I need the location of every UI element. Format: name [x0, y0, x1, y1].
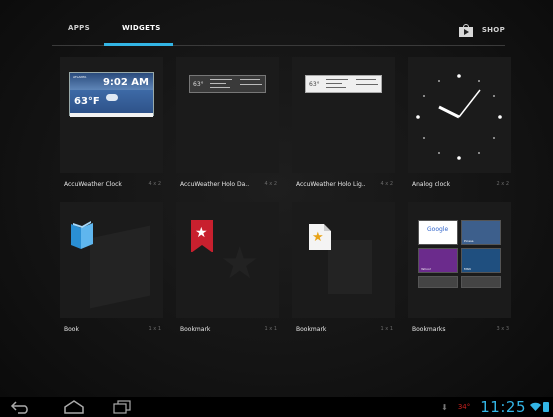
status-area[interactable]: ⬇ 34° 11:25 — [441, 397, 549, 417]
widget-preview: 63° — [292, 57, 395, 173]
play-store-icon — [458, 23, 473, 37]
widget-item-accuweather-holo-dark[interactable]: 63° AccuWeather Holo Da.. 4 x 2 — [176, 57, 279, 188]
shop-label: SHOP — [481, 26, 505, 34]
widget-size: 2 x 2 — [496, 181, 510, 187]
widget-size: 4 x 2 — [380, 181, 394, 187]
analog-clock-icon — [416, 74, 502, 160]
system-bar: ⬇ 34° 11:25 — [0, 397, 553, 417]
widget-preview: ATLANTA 9:02 AM 63°F — [60, 57, 163, 173]
tab-widgets[interactable]: WIDGETS — [122, 24, 161, 32]
star-icon: ★ — [312, 230, 324, 245]
weather-temperature: 34° — [457, 403, 471, 411]
widget-item-accuweather-holo-light[interactable]: 63° AccuWeather Holo Lig.. 4 x 2 — [292, 57, 395, 188]
recent-apps-icon[interactable] — [112, 400, 132, 414]
accuweather-holo-dark-preview: 63° — [189, 75, 266, 93]
bookmarks-grid-preview: Google Picasa Yahoo! MSN — [418, 220, 504, 292]
widget-item-bookmarks[interactable]: Google Picasa Yahoo! MSN Bookmarks 3 x 3 — [408, 202, 511, 333]
cloud-icon — [106, 94, 118, 101]
accuweather-holo-light-preview: 63° — [305, 75, 382, 93]
widget-item-accuweather-clock[interactable]: ATLANTA 9:02 AM 63°F AccuWeather Clock 4… — [60, 57, 163, 188]
widget-preview: Google Picasa Yahoo! MSN — [408, 202, 511, 318]
accuweather-clock-preview: ATLANTA 9:02 AM 63°F — [69, 72, 154, 117]
star-icon: ★ — [220, 238, 260, 289]
widget-picker-screen: APPS WIDGETS SHOP ATLANTA 9:02 AM 63°F A… — [0, 0, 553, 417]
tab-bar: APPS WIDGETS SHOP — [52, 14, 505, 46]
status-clock: 11:25 — [480, 398, 526, 416]
widget-size: 3 x 3 — [496, 326, 510, 332]
back-icon[interactable] — [10, 400, 32, 414]
star-icon: ★ — [195, 225, 208, 241]
widget-name: AccuWeather Holo Lig.. — [296, 181, 366, 188]
widget-name: Bookmark — [180, 326, 211, 333]
widget-item-book[interactable]: Book 1 x 1 — [60, 202, 163, 333]
widget-name: Bookmarks — [412, 326, 446, 333]
widget-name: Bookmark — [296, 326, 327, 333]
widget-name: Book — [64, 326, 79, 333]
shop-button[interactable]: SHOP — [458, 18, 505, 42]
wifi-icon — [530, 402, 541, 411]
widget-preview: 63° — [176, 57, 279, 173]
widget-size: 4 x 2 — [148, 181, 162, 187]
widget-item-analog-clock[interactable]: Analog clock 2 x 2 — [408, 57, 511, 188]
widget-item-bookmark[interactable]: ★ ★ Bookmark 1 x 1 — [176, 202, 279, 333]
tab-apps[interactable]: APPS — [68, 24, 90, 32]
widget-size: 1 x 1 — [380, 326, 394, 332]
widget-preview — [408, 57, 511, 173]
widget-name: AccuWeather Clock — [64, 181, 122, 188]
widget-size: 4 x 2 — [264, 181, 278, 187]
widget-item-bookmark-2[interactable]: ★ Bookmark 1 x 1 — [292, 202, 395, 333]
widget-name: AccuWeather Holo Da.. — [180, 181, 250, 188]
widget-preview: ★ — [292, 202, 395, 318]
widget-size: 1 x 1 — [264, 326, 278, 332]
widget-name: Analog clock — [412, 181, 451, 188]
book-icon — [71, 221, 93, 249]
home-icon[interactable] — [63, 400, 85, 414]
widget-preview: ★ ★ — [176, 202, 279, 318]
battery-icon — [543, 402, 549, 412]
download-icon: ⬇ — [441, 402, 448, 412]
widget-preview — [60, 202, 163, 318]
active-tab-indicator — [104, 43, 173, 46]
widget-size: 1 x 1 — [148, 326, 162, 332]
